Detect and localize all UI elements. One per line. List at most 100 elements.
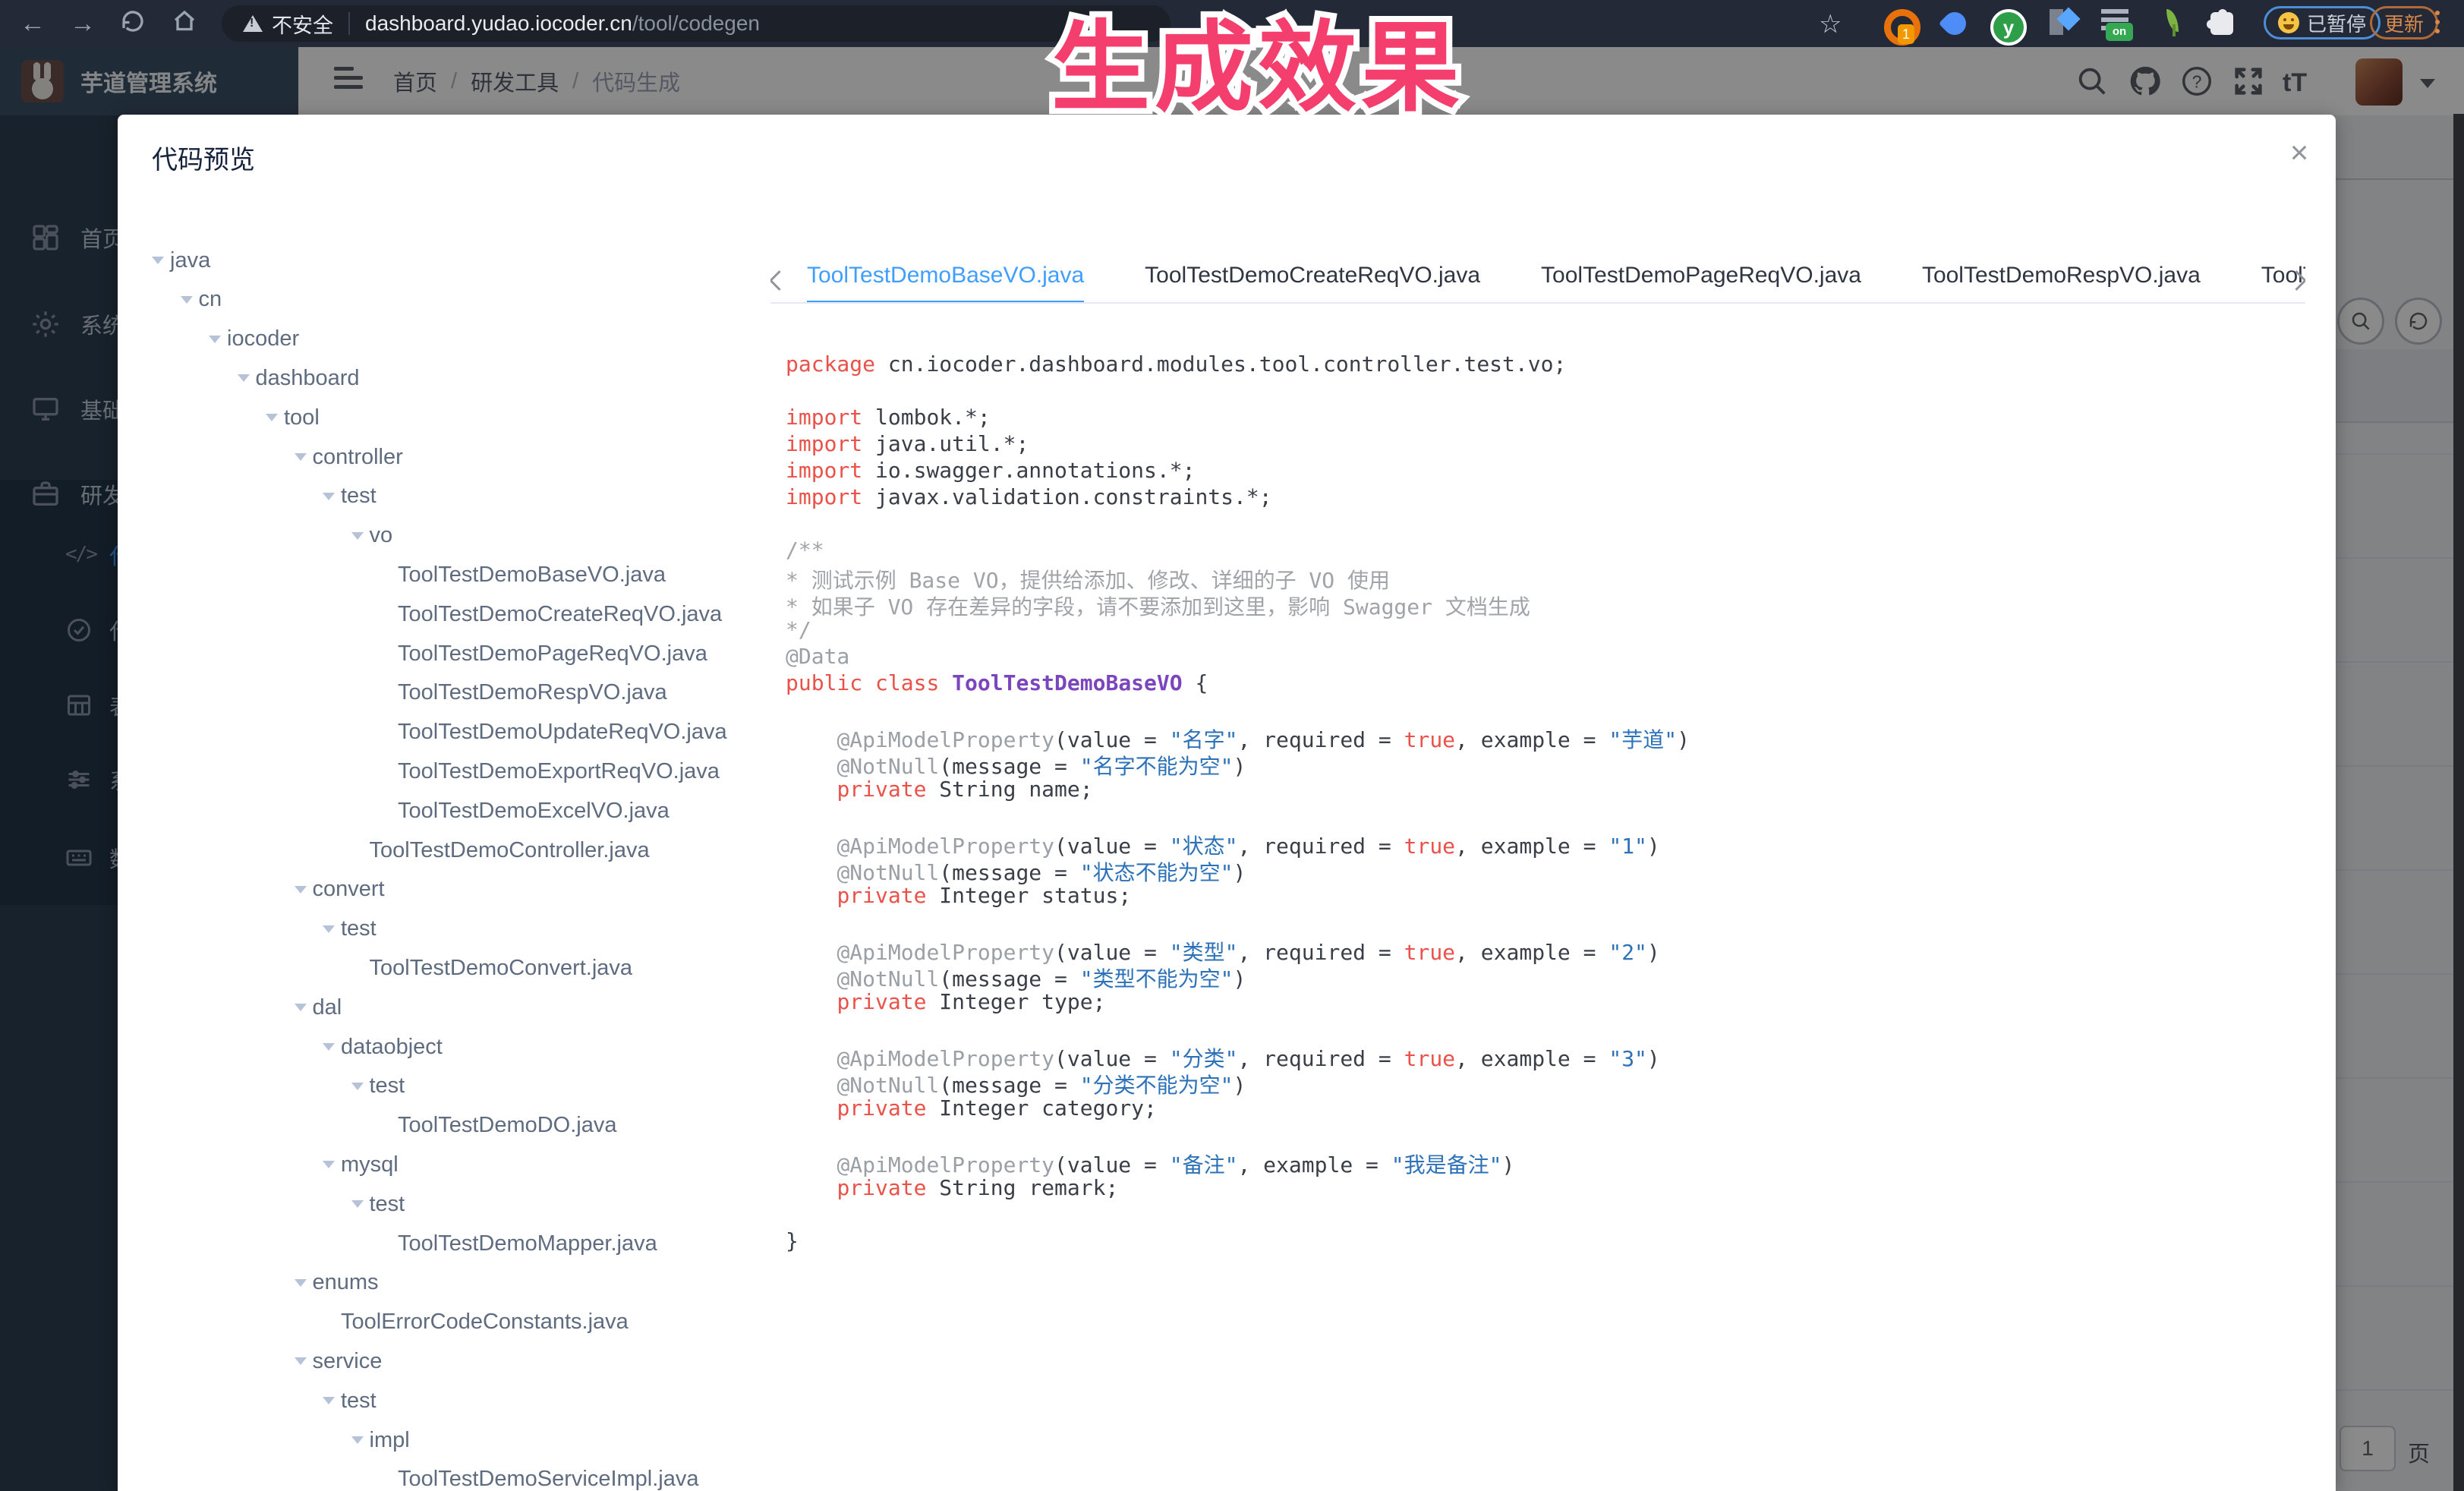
tree-node-file[interactable]: ToolTestDemoConvert.java <box>152 948 632 988</box>
code-line: private Integer category; <box>786 1095 2304 1122</box>
puzzle-icon[interactable] <box>2210 9 2233 35</box>
code-line: @ApiModelProperty(value = "分类", required… <box>786 1042 2304 1069</box>
url-host[interactable]: dashboard.yudao.iocoder.cn <box>365 11 632 36</box>
caret-down-icon <box>295 886 307 894</box>
tab-file-1[interactable]: ToolTestDemoCreateReqVO.java <box>1145 257 1480 301</box>
tree-node-folder[interactable]: test <box>152 909 377 949</box>
tree-node-folder[interactable]: impl <box>152 1420 410 1460</box>
tree-node-label: ToolErrorCodeConstants.java <box>341 1310 629 1335</box>
tree-node-folder[interactable]: java <box>152 241 210 280</box>
tree-node-label: controller <box>313 445 403 470</box>
url-path[interactable]: /tool/codegen <box>632 11 760 36</box>
tree-node-file[interactable]: ToolTestDemoBaseVO.java <box>152 555 666 594</box>
tree-node-folder[interactable]: tool <box>152 398 320 437</box>
tree-node-label: java <box>170 248 210 273</box>
code-token: (value = <box>1054 1046 1170 1071</box>
home-icon[interactable] <box>169 8 200 39</box>
back-arrow-icon[interactable]: ← <box>17 8 49 39</box>
tree-node-folder[interactable]: test <box>152 1381 377 1420</box>
tree-node-folder[interactable]: iocoder <box>152 320 299 359</box>
tree-node-file[interactable]: ToolTestDemoMapper.java <box>152 1224 657 1263</box>
close-icon[interactable]: × <box>2281 134 2317 171</box>
blue-drop-icon[interactable] <box>1943 9 1966 35</box>
tree-node-folder[interactable]: enums <box>152 1263 379 1303</box>
tree-node-label: ToolTestDemoMapper.java <box>398 1231 657 1256</box>
tree-node-folder[interactable]: mysql <box>152 1145 399 1184</box>
tree-node-label: dashboard <box>256 366 360 391</box>
tree-node-label: ToolTestDemoUpdateReqVO.java <box>398 720 727 745</box>
file-tree: java cniocoder dashboard tool controller test… <box>152 241 759 1491</box>
code-token: private <box>837 1095 926 1121</box>
tree-node-folder[interactable]: test <box>152 477 377 516</box>
code-line <box>786 1122 2304 1149</box>
tab-file-0[interactable]: ToolTestDemoBaseVO.java <box>807 257 1084 304</box>
code-token: @ApiModelProperty <box>837 940 1054 965</box>
list-on-badge-icon[interactable]: on <box>2101 9 2128 14</box>
green-y-circle-icon[interactable]: y <box>1990 9 2027 46</box>
green-sprout-icon[interactable] <box>2160 9 2179 32</box>
reload-icon[interactable] <box>117 8 149 39</box>
code-line: @Data <box>786 644 2304 670</box>
code-token <box>862 670 875 695</box>
caret-down-icon <box>152 257 164 264</box>
tree-node-folder[interactable]: test <box>152 1184 405 1224</box>
tree-node-folder[interactable]: service <box>152 1341 382 1381</box>
code-token: * 测试示例 Base VO，提供给添加、修改、详细的子 VO 使用 <box>786 568 1390 593</box>
tab-file-3[interactable]: ToolTestDemoRespVO.java <box>1922 257 2201 301</box>
tree-node-file[interactable]: ToolErrorCodeConstants.java <box>152 1303 629 1342</box>
code-token: , required = <box>1237 834 1404 859</box>
orange-ring-badge-1-icon[interactable]: 1 <box>1884 9 1920 46</box>
tree-node-file[interactable]: ToolTestDemoPageReqVO.java <box>152 634 707 673</box>
blue-diamond-icon[interactable] <box>2050 9 2063 35</box>
code-token: @ApiModelProperty <box>837 1046 1054 1071</box>
tree-node-folder[interactable]: dashboard <box>152 358 360 398</box>
update-button[interactable]: 更新 <box>2370 6 2438 39</box>
code-line: @ApiModelProperty(value = "类型", required… <box>786 936 2304 963</box>
tree-node-folder[interactable]: controller <box>152 437 403 477</box>
code-token: (message = <box>939 966 1079 991</box>
code-token: */ <box>786 617 811 642</box>
divider <box>348 12 350 35</box>
paused-label: 已暂停 <box>2307 9 2366 37</box>
code-token: import <box>786 458 862 483</box>
tree-node-file[interactable]: ToolTestDemoController.java <box>152 831 650 870</box>
code-token: ) <box>1233 860 1246 885</box>
tab-file-2[interactable]: ToolTestDemoPageReqVO.java <box>1541 257 1861 301</box>
code-line <box>786 909 2304 936</box>
code-token: "2" <box>1609 940 1647 965</box>
tree-node-folder[interactable]: vo <box>152 516 392 556</box>
tree-node-folder[interactable]: dal <box>152 988 342 1027</box>
code-token: (message = <box>939 754 1079 779</box>
code-token: "名字不能为空" <box>1080 754 1234 779</box>
tree-node-file[interactable]: ToolTestDemoExcelVO.java <box>152 791 670 831</box>
tree-node-folder[interactable]: test <box>152 1067 405 1106</box>
tree-node-file[interactable]: ToolTestDemoUpdateReqVO.java <box>152 713 727 752</box>
caret-down-icon <box>295 1004 307 1011</box>
tree-node-file[interactable]: ToolTestDemoDO.java <box>152 1106 617 1146</box>
tree-node-folder[interactable]: convert <box>152 870 385 909</box>
tree-node-file[interactable]: ToolTestDemoRespVO.java <box>152 673 667 713</box>
code-line: @NotNull(message = "分类不能为空") <box>786 1069 2304 1095</box>
tree-node-file[interactable]: ToolTestDemoServiceImpl.java <box>152 1460 698 1491</box>
code-line: * 如果子 VO 存在差异的字段，请不要添加到这里，影响 Swagger 文档生… <box>786 591 2304 617</box>
annotation-text: 生成效果 <box>1051 11 1464 125</box>
tree-node-folder[interactable]: cn <box>152 280 222 320</box>
tree-node-file[interactable]: ToolTestDemoExportReqVO.java <box>152 752 720 791</box>
security-warning[interactable]: 不安全 <box>272 9 333 39</box>
forward-arrow-icon[interactable]: → <box>67 8 99 39</box>
code-token <box>786 883 837 908</box>
tree-node-file[interactable]: ToolTestDemoCreateReqVO.java <box>152 594 722 634</box>
profile-paused-chip[interactable]: 已暂停 <box>2264 6 2381 39</box>
code-token <box>786 989 837 1014</box>
code-token: @ApiModelProperty <box>837 834 1054 859</box>
tree-node-folder[interactable]: dataobject <box>152 1027 443 1067</box>
code-line: * 测试示例 Base VO，提供给添加、修改、详细的子 VO 使用 <box>786 564 2304 591</box>
code-token: /** <box>786 537 824 563</box>
code-token: ) <box>1233 1073 1246 1098</box>
tabs-scroll-left-icon[interactable] <box>770 270 789 291</box>
code-token: package <box>786 351 875 377</box>
code-line: @ApiModelProperty(value = "备注", example … <box>786 1149 2304 1175</box>
browser-menu-icon[interactable] <box>2435 11 2440 15</box>
address-bar[interactable]: 不安全 dashboard.yudao.iocoder.cn/tool/code… <box>222 5 1171 42</box>
bookmark-star-icon[interactable]: ☆ <box>1819 9 1842 39</box>
